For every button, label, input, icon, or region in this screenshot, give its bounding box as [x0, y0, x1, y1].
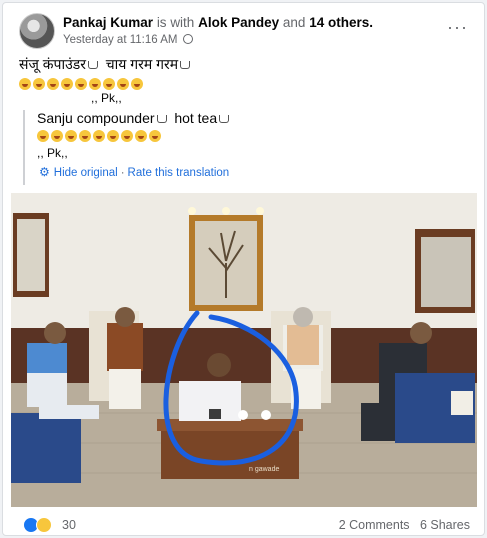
- others-link[interactable]: 14 others.: [309, 15, 373, 30]
- shares-link[interactable]: 6 Shares: [420, 518, 470, 532]
- translation-line-1: Sanju compounder hot tea: [37, 110, 463, 127]
- cup-icon: [219, 115, 230, 123]
- translation-signature: ,, Pk,,: [37, 146, 68, 160]
- translation-emoji-row: [37, 128, 463, 145]
- post-signature: ,, Pk,,: [91, 91, 122, 105]
- post-card: Pankaj Kumar is with Alok Pandey and 14 …: [2, 2, 485, 536]
- haha-reaction-icon: [36, 517, 52, 533]
- post-time-row: Yesterday at 11:16 AM: [63, 34, 193, 46]
- laugh-emoji: [135, 130, 147, 142]
- laugh-emoji: [47, 78, 59, 90]
- laugh-emoji: [79, 130, 91, 142]
- translation-line-1a: Sanju compounder: [37, 110, 155, 126]
- avatar[interactable]: [19, 13, 55, 49]
- laugh-emoji: [117, 78, 129, 90]
- laugh-emoji: [89, 78, 101, 90]
- post-footer: 30 2 Comments 6 Shares: [19, 515, 470, 535]
- separator: ·: [120, 167, 125, 179]
- more-icon[interactable]: ···: [447, 17, 468, 38]
- post-line-1: संजू कंपाउंडर चाय गरम गरम: [19, 56, 191, 73]
- laugh-emoji: [65, 130, 77, 142]
- globe-icon: [182, 34, 193, 44]
- laugh-emoji: [131, 78, 143, 90]
- laugh-emoji: [93, 130, 105, 142]
- hide-original-link[interactable]: Hide original: [54, 167, 118, 179]
- laugh-emoji: [33, 78, 45, 90]
- table-plaque-text: n gawade: [249, 466, 279, 473]
- post-time[interactable]: Yesterday at 11:16 AM: [63, 34, 177, 46]
- post-line-1a: संजू कंपाउंडर: [19, 56, 86, 72]
- is-with-text: is with: [156, 15, 195, 30]
- post-text: संजू कंपाउंडर चाय गरम गरम: [19, 56, 191, 93]
- cup-icon: [87, 61, 98, 69]
- post-line-1b: चाय गरम गरम: [105, 56, 179, 72]
- engagement-links: 2 Comments 6 Shares: [339, 518, 470, 532]
- post-header: Pankaj Kumar is with Alok Pandey and 14 …: [19, 13, 468, 53]
- tagged-name[interactable]: Alok Pandey: [198, 15, 279, 30]
- laugh-emoji: [51, 130, 63, 142]
- laugh-emoji: [75, 78, 87, 90]
- reaction-count: 30: [62, 518, 76, 532]
- laugh-emoji: [149, 130, 161, 142]
- cup-icon: [180, 61, 191, 69]
- laugh-emoji: [19, 78, 31, 90]
- laugh-emoji: [121, 130, 133, 142]
- translation-line-1b: hot tea: [174, 110, 218, 126]
- author-line: Pankaj Kumar is with Alok Pandey and 14 …: [63, 15, 373, 30]
- cup-icon: [156, 115, 167, 123]
- laugh-emoji: [107, 130, 119, 142]
- gear-icon: ⚙: [39, 165, 50, 179]
- translation-footer: ⚙ Hide original · Rate this translation: [39, 165, 229, 179]
- laugh-emoji: [61, 78, 73, 90]
- laugh-emoji: [37, 130, 49, 142]
- rate-translation-link[interactable]: Rate this translation: [128, 167, 230, 179]
- comments-link[interactable]: 2 Comments: [339, 518, 410, 532]
- laugh-emoji: [103, 78, 115, 90]
- and-text: and: [282, 15, 306, 30]
- author-name[interactable]: Pankaj Kumar: [63, 15, 153, 30]
- post-photo[interactable]: n gawade: [11, 193, 477, 507]
